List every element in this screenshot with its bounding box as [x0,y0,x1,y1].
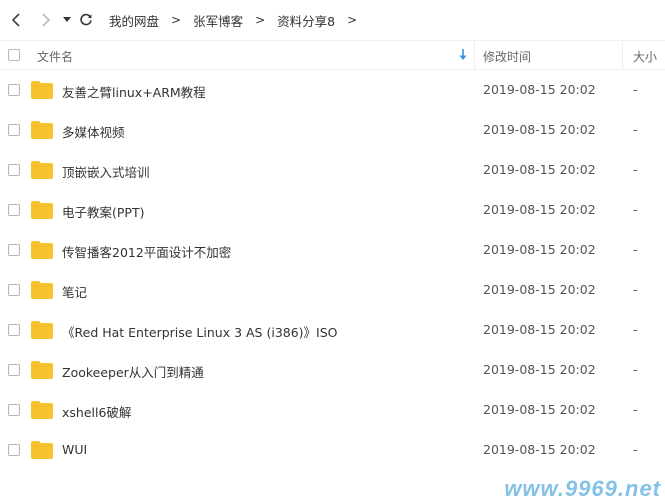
file-modified: 2019-08-15 20:02 [483,402,596,417]
breadcrumb-item-blog[interactable]: 张军博客 [193,11,243,30]
refresh-icon [80,13,92,26]
row-checkbox[interactable] [8,404,20,416]
file-name[interactable]: Zookeeper从入门到精通 [62,362,204,381]
file-size: - [633,162,638,177]
breadcrumb-item-my-drive[interactable]: 我的网盘 [109,11,159,30]
row-checkbox[interactable] [8,324,20,336]
file-name[interactable]: 《Red Hat Enterprise Linux 3 AS (i386)》IS… [62,322,338,341]
file-size: - [633,242,638,257]
refresh-button[interactable] [75,9,97,31]
folder-icon [31,161,53,179]
row-checkbox[interactable] [8,244,20,256]
column-header-name[interactable]: 文件名 [37,48,73,65]
file-row[interactable]: 友善之臂linux+ARM教程 2019-08-15 20:02 - [0,70,665,110]
column-header-size[interactable]: 大小 [633,48,657,65]
breadcrumb-separator: > [255,13,266,27]
file-modified: 2019-08-15 20:02 [483,82,596,97]
sort-down-icon[interactable] [459,49,467,61]
file-size: - [633,402,638,417]
file-row[interactable]: 《Red Hat Enterprise Linux 3 AS (i386)》IS… [0,310,665,350]
file-name[interactable]: xshell6破解 [62,402,131,421]
folder-icon [31,241,53,259]
file-modified: 2019-08-15 20:02 [483,282,596,297]
file-modified: 2019-08-15 20:02 [483,322,596,337]
chevron-right-icon [42,13,51,27]
breadcrumb-item-share[interactable]: 资料分享8 [277,11,335,30]
file-name[interactable]: 传智播客2012平面设计不加密 [62,242,231,261]
history-dropdown-button[interactable] [61,9,73,31]
file-size: - [633,282,638,297]
file-modified: 2019-08-15 20:02 [483,162,596,177]
row-checkbox[interactable] [8,164,20,176]
row-checkbox[interactable] [8,124,20,136]
folder-icon [31,121,53,139]
folder-icon [31,201,53,219]
file-size: - [633,442,638,457]
back-button[interactable] [5,9,27,31]
row-checkbox[interactable] [8,364,20,376]
breadcrumb-separator: > [171,13,182,27]
file-modified: 2019-08-15 20:02 [483,362,596,377]
file-modified: 2019-08-15 20:02 [483,442,596,457]
file-row[interactable]: 笔记 2019-08-15 20:02 - [0,270,665,310]
file-row[interactable]: 多媒体视频 2019-08-15 20:02 - [0,110,665,150]
file-list-header: 文件名 修改时间 大小 [0,40,665,70]
file-row[interactable]: 传智播客2012平面设计不加密 2019-08-15 20:02 - [0,230,665,270]
column-header-modified[interactable]: 修改时间 [483,48,531,65]
file-name[interactable]: 电子教案(PPT) [62,202,144,221]
file-name[interactable]: 友善之臂linux+ARM教程 [62,82,206,101]
column-divider [622,41,623,69]
folder-icon [31,321,53,339]
folder-icon [31,441,53,459]
forward-button[interactable] [35,9,57,31]
file-row[interactable]: WUI 2019-08-15 20:02 - [0,430,665,470]
file-size: - [633,322,638,337]
row-checkbox[interactable] [8,84,20,96]
row-checkbox[interactable] [8,204,20,216]
row-checkbox[interactable] [8,284,20,296]
navigation-bar: 我的网盘 > 张军博客 > 资料分享8 > [0,0,665,40]
file-modified: 2019-08-15 20:02 [483,202,596,217]
folder-icon [31,361,53,379]
breadcrumb-separator: > [347,13,358,27]
caret-down-icon [63,17,71,22]
file-name[interactable]: 多媒体视频 [62,122,125,141]
folder-icon [31,401,53,419]
folder-icon [31,81,53,99]
chevron-left-icon [11,13,20,27]
file-modified: 2019-08-15 20:02 [483,242,596,257]
file-row[interactable]: Zookeeper从入门到精通 2019-08-15 20:02 - [0,350,665,390]
column-divider [474,41,475,69]
file-name[interactable]: WUI [62,442,87,457]
row-checkbox[interactable] [8,444,20,456]
file-name[interactable]: 顶嵌嵌入式培训 [62,162,150,181]
folder-icon [31,281,53,299]
file-size: - [633,122,638,137]
file-size: - [633,362,638,377]
file-name[interactable]: 笔记 [62,282,87,301]
file-size: - [633,82,638,97]
select-all-checkbox[interactable] [8,49,20,61]
breadcrumb: 我的网盘 > 张军博客 > 资料分享8 > [109,11,369,30]
file-row[interactable]: 电子教案(PPT) 2019-08-15 20:02 - [0,190,665,230]
file-row[interactable]: xshell6破解 2019-08-15 20:02 - [0,390,665,430]
file-size: - [633,202,638,217]
file-modified: 2019-08-15 20:02 [483,122,596,137]
watermark: www.9969.net [504,476,661,501]
file-row[interactable]: 顶嵌嵌入式培训 2019-08-15 20:02 - [0,150,665,190]
